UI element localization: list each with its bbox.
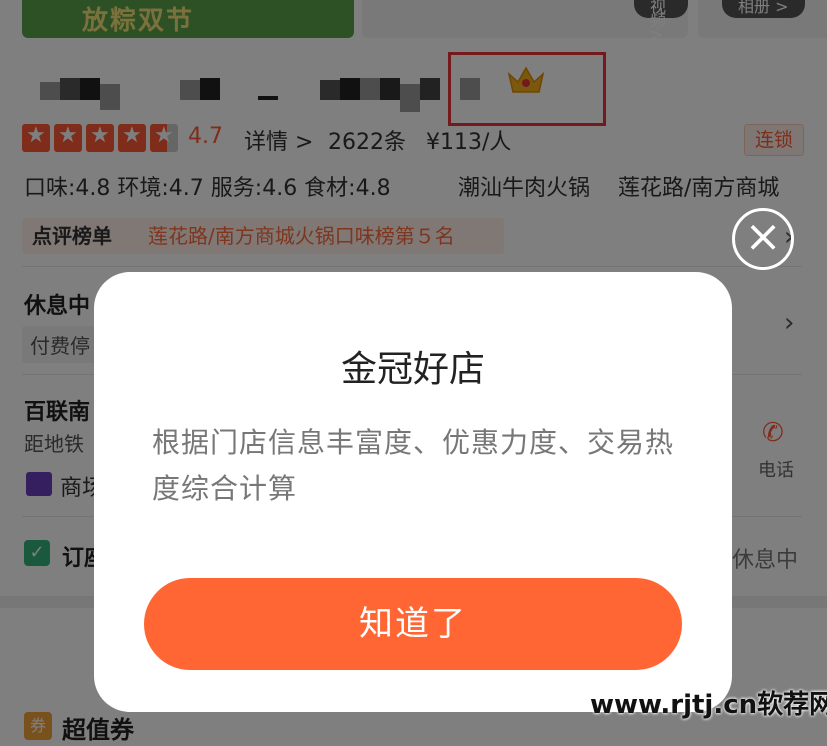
crown-info-dialog: 金冠好店 根据门店信息丰富度、优惠力度、交易热度综合计算 知道了 [94,272,732,712]
close-icon[interactable]: × [732,208,794,270]
got-it-button[interactable]: 知道了 [144,578,682,670]
dialog-body: 根据门店信息丰富度、优惠力度、交易热度综合计算 [152,426,675,505]
dialog-title: 金冠好店 [340,349,485,390]
watermark: www.rjtj.cn软荐网 [590,690,827,720]
